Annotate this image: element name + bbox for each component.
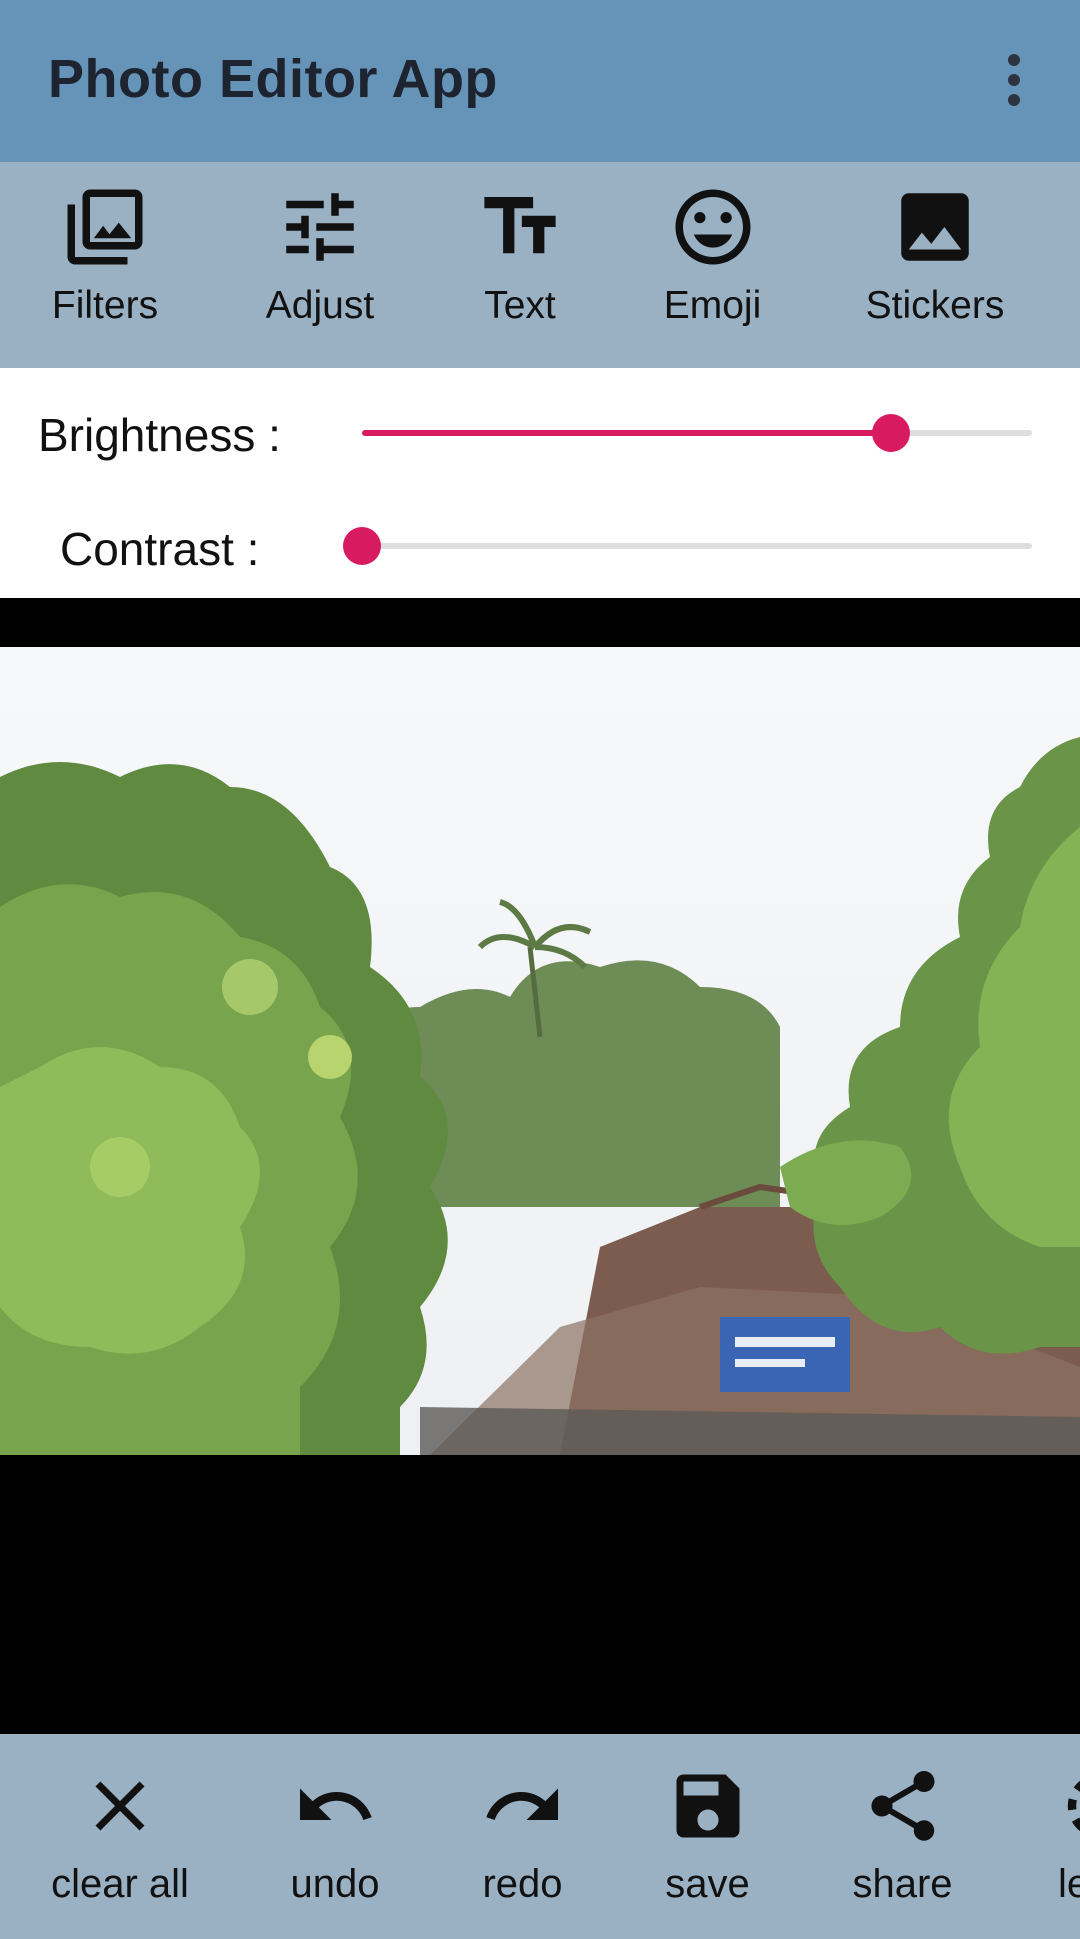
brightness-slider-thumb[interactable] (872, 414, 910, 452)
contrast-label: Contrast : (60, 523, 260, 575)
app-title: Photo Editor App (48, 49, 498, 109)
tool-filters[interactable]: Filters (40, 182, 170, 362)
photo-library-icon (67, 189, 143, 265)
photo-editor-canvas[interactable] (0, 598, 1080, 1734)
app-bar: Photo Editor App (0, 0, 1080, 162)
smiley-icon (675, 189, 750, 265)
partial-action-button[interactable]: le (1058, 1764, 1080, 1907)
bottom-action-bar: clear all undo redo save share le (0, 1734, 1080, 1939)
tool-label: Emoji (663, 284, 762, 327)
save-button[interactable]: save (655, 1764, 760, 1907)
text-fields-icon (484, 197, 556, 254)
redo-button[interactable]: redo (470, 1764, 575, 1907)
brightness-label: Brightness : (38, 409, 281, 461)
action-label: share (852, 1862, 953, 1906)
action-label: clear all (51, 1862, 189, 1906)
tool-stickers[interactable]: Stickers (855, 182, 1015, 362)
tool-emoji[interactable]: Emoji (650, 182, 775, 362)
adjust-panel: Brightness : Contrast : (0, 368, 1080, 598)
action-label: redo (482, 1862, 563, 1906)
brightness-slider-fill (362, 430, 891, 436)
close-icon (95, 1781, 145, 1831)
photo-preview[interactable] (0, 647, 1080, 1455)
contrast-slider[interactable] (343, 527, 1032, 565)
tool-adjust[interactable]: Adjust (250, 182, 390, 362)
undo-button[interactable]: undo (280, 1764, 390, 1907)
save-icon (676, 1774, 739, 1838)
tune-icon (286, 193, 354, 261)
undo-icon (300, 1788, 372, 1820)
clear-all-button[interactable]: clear all (40, 1764, 200, 1907)
brightness-slider[interactable] (362, 414, 1032, 452)
more-vert-icon[interactable] (990, 48, 1038, 112)
tool-text[interactable]: Text (460, 182, 580, 362)
redo-icon (485, 1788, 558, 1820)
tool-label: Filters (51, 284, 159, 327)
share-button[interactable]: share (840, 1764, 965, 1907)
action-label: undo (290, 1862, 380, 1906)
action-label: save (665, 1862, 750, 1906)
image-icon (901, 193, 969, 261)
share-icon (871, 1771, 934, 1841)
loading-icon (1067, 1780, 1080, 1832)
tool-bar: Filters Adjust Text Emoji Stickers (0, 162, 1080, 368)
contrast-slider-thumb[interactable] (343, 527, 381, 565)
tool-label: Text (484, 284, 556, 327)
tool-label: Stickers (865, 284, 1005, 327)
action-label: le (1058, 1862, 1080, 1906)
tool-label: Adjust (265, 284, 375, 327)
